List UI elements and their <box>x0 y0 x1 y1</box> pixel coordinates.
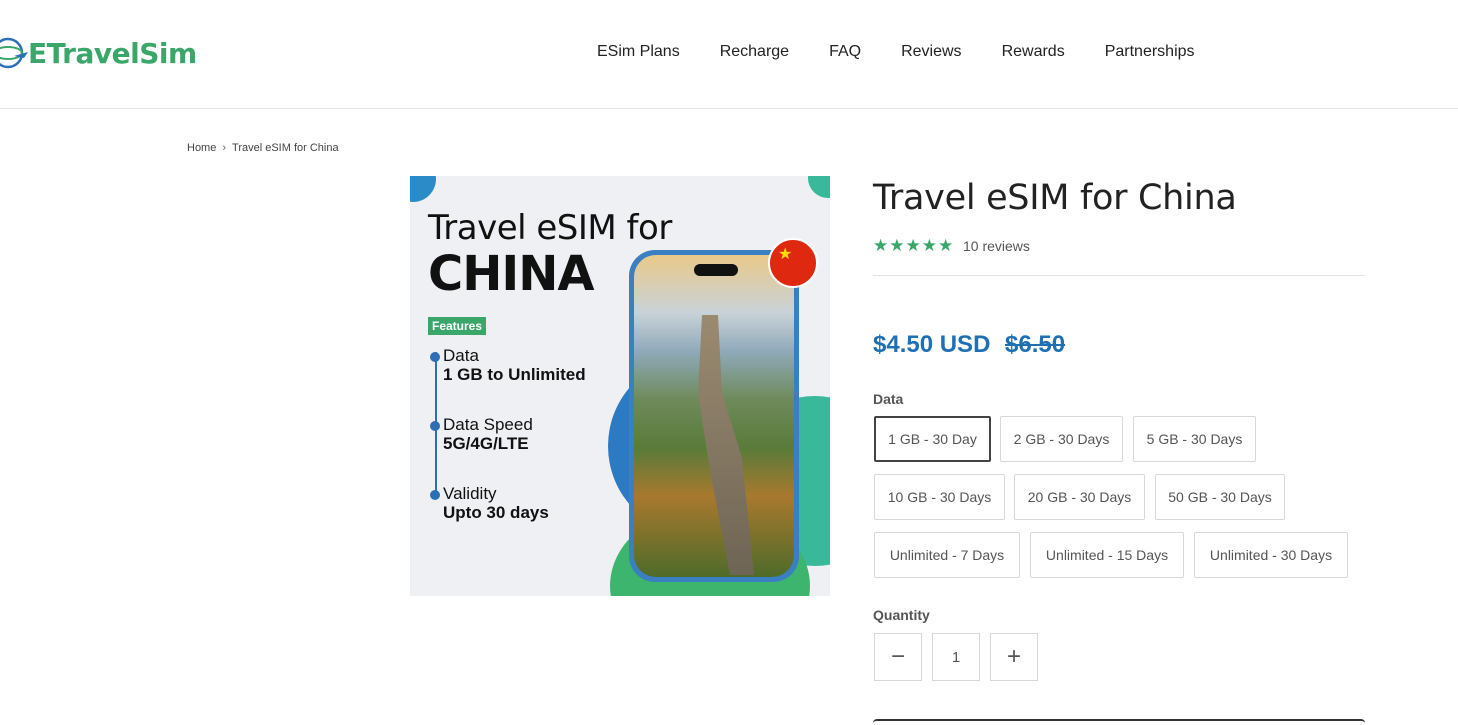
variant-unlimited-7days[interactable]: Unlimited - 7 Days <box>874 532 1020 578</box>
divider <box>873 275 1365 276</box>
logo[interactable]: ETravelSim <box>0 34 197 72</box>
variant-unlimited-30days[interactable]: Unlimited - 30 Days <box>1194 532 1348 578</box>
decorative-circle <box>808 176 830 198</box>
variant-50gb-30days[interactable]: 50 GB - 30 Days <box>1155 474 1285 520</box>
variant-1gb-30day[interactable]: 1 GB - 30 Day <box>874 416 991 462</box>
product-title: Travel eSIM for China <box>873 178 1237 218</box>
nav-faq[interactable]: FAQ <box>829 43 861 61</box>
breadcrumb-home[interactable]: Home <box>187 142 216 154</box>
variant-20gb-30days[interactable]: 20 GB - 30 Days <box>1014 474 1145 520</box>
quantity-label: Quantity <box>873 607 930 623</box>
plus-icon: + <box>1006 643 1021 670</box>
main-nav: ESim Plans Recharge FAQ Reviews Rewards … <box>597 43 1195 61</box>
logo-text: ETravelSim <box>28 36 197 70</box>
features-badge: Features <box>428 317 487 335</box>
nav-partnerships[interactable]: Partnerships <box>1105 43 1195 61</box>
compare-price: $6.50 <box>1005 331 1066 358</box>
feature-label: Data <box>443 346 479 365</box>
quantity-input[interactable] <box>932 633 980 681</box>
nav-recharge[interactable]: Recharge <box>720 43 789 61</box>
china-flag-icon: ★ <box>768 238 818 288</box>
variant-unlimited-15days[interactable]: Unlimited - 15 Days <box>1030 532 1184 578</box>
feature-label: Validity <box>443 484 497 503</box>
minus-icon: − <box>890 643 905 670</box>
reviews-count[interactable]: 10 reviews <box>963 238 1030 254</box>
product-image[interactable]: Travel eSIM for CHINA Features Data 1 GB… <box>410 176 830 596</box>
variant-5gb-30days[interactable]: 5 GB - 30 Days <box>1133 416 1256 462</box>
check-icon <box>430 490 440 500</box>
feature-value: 5G/4G/LTE <box>443 434 529 453</box>
feature-value: 1 GB to Unlimited <box>443 365 586 384</box>
breadcrumb-current: Travel eSIM for China <box>232 142 339 154</box>
breadcrumb: Home › Travel eSIM for China <box>187 142 339 154</box>
great-wall-photo <box>634 255 794 577</box>
site-header: ETravelSim ESim Plans Recharge FAQ Revie… <box>0 0 1458 109</box>
feature-value: Upto 30 days <box>443 503 549 522</box>
data-option-label: Data <box>873 391 904 407</box>
image-title-line1: Travel eSIM for <box>428 208 672 248</box>
image-title-line2: CHINA <box>428 246 595 302</box>
wall-shape <box>698 315 754 575</box>
nav-rewards[interactable]: Rewards <box>1002 43 1065 61</box>
star-icon: ★ <box>921 236 937 255</box>
quantity-increase-button[interactable]: + <box>990 633 1038 681</box>
decorative-circle <box>410 176 436 202</box>
star-icon: ★ <box>889 236 905 255</box>
globe-plane-icon <box>0 34 30 72</box>
star-icon: ★ <box>938 236 954 255</box>
flag-star: ★ <box>778 246 793 263</box>
nav-esim-plans[interactable]: ESim Plans <box>597 43 680 61</box>
phone-notch <box>694 264 738 276</box>
quantity-decrease-button[interactable]: − <box>874 633 922 681</box>
star-icon: ★ <box>873 236 889 255</box>
sale-price: $4.50 USD <box>873 331 991 358</box>
add-to-cart-button[interactable] <box>873 719 1365 725</box>
variant-2gb-30days[interactable]: 2 GB - 30 Days <box>1000 416 1123 462</box>
phone-illustration <box>629 250 799 582</box>
check-icon <box>430 421 440 431</box>
rating-stars[interactable]: ★ ★ ★ ★ ★ <box>873 237 953 254</box>
check-icon <box>430 352 440 362</box>
variant-10gb-30days[interactable]: 10 GB - 30 Days <box>874 474 1005 520</box>
feature-label: Data Speed <box>443 415 533 434</box>
star-icon: ★ <box>905 236 921 255</box>
chevron-right-icon: › <box>222 142 227 154</box>
nav-reviews[interactable]: Reviews <box>901 43 961 61</box>
